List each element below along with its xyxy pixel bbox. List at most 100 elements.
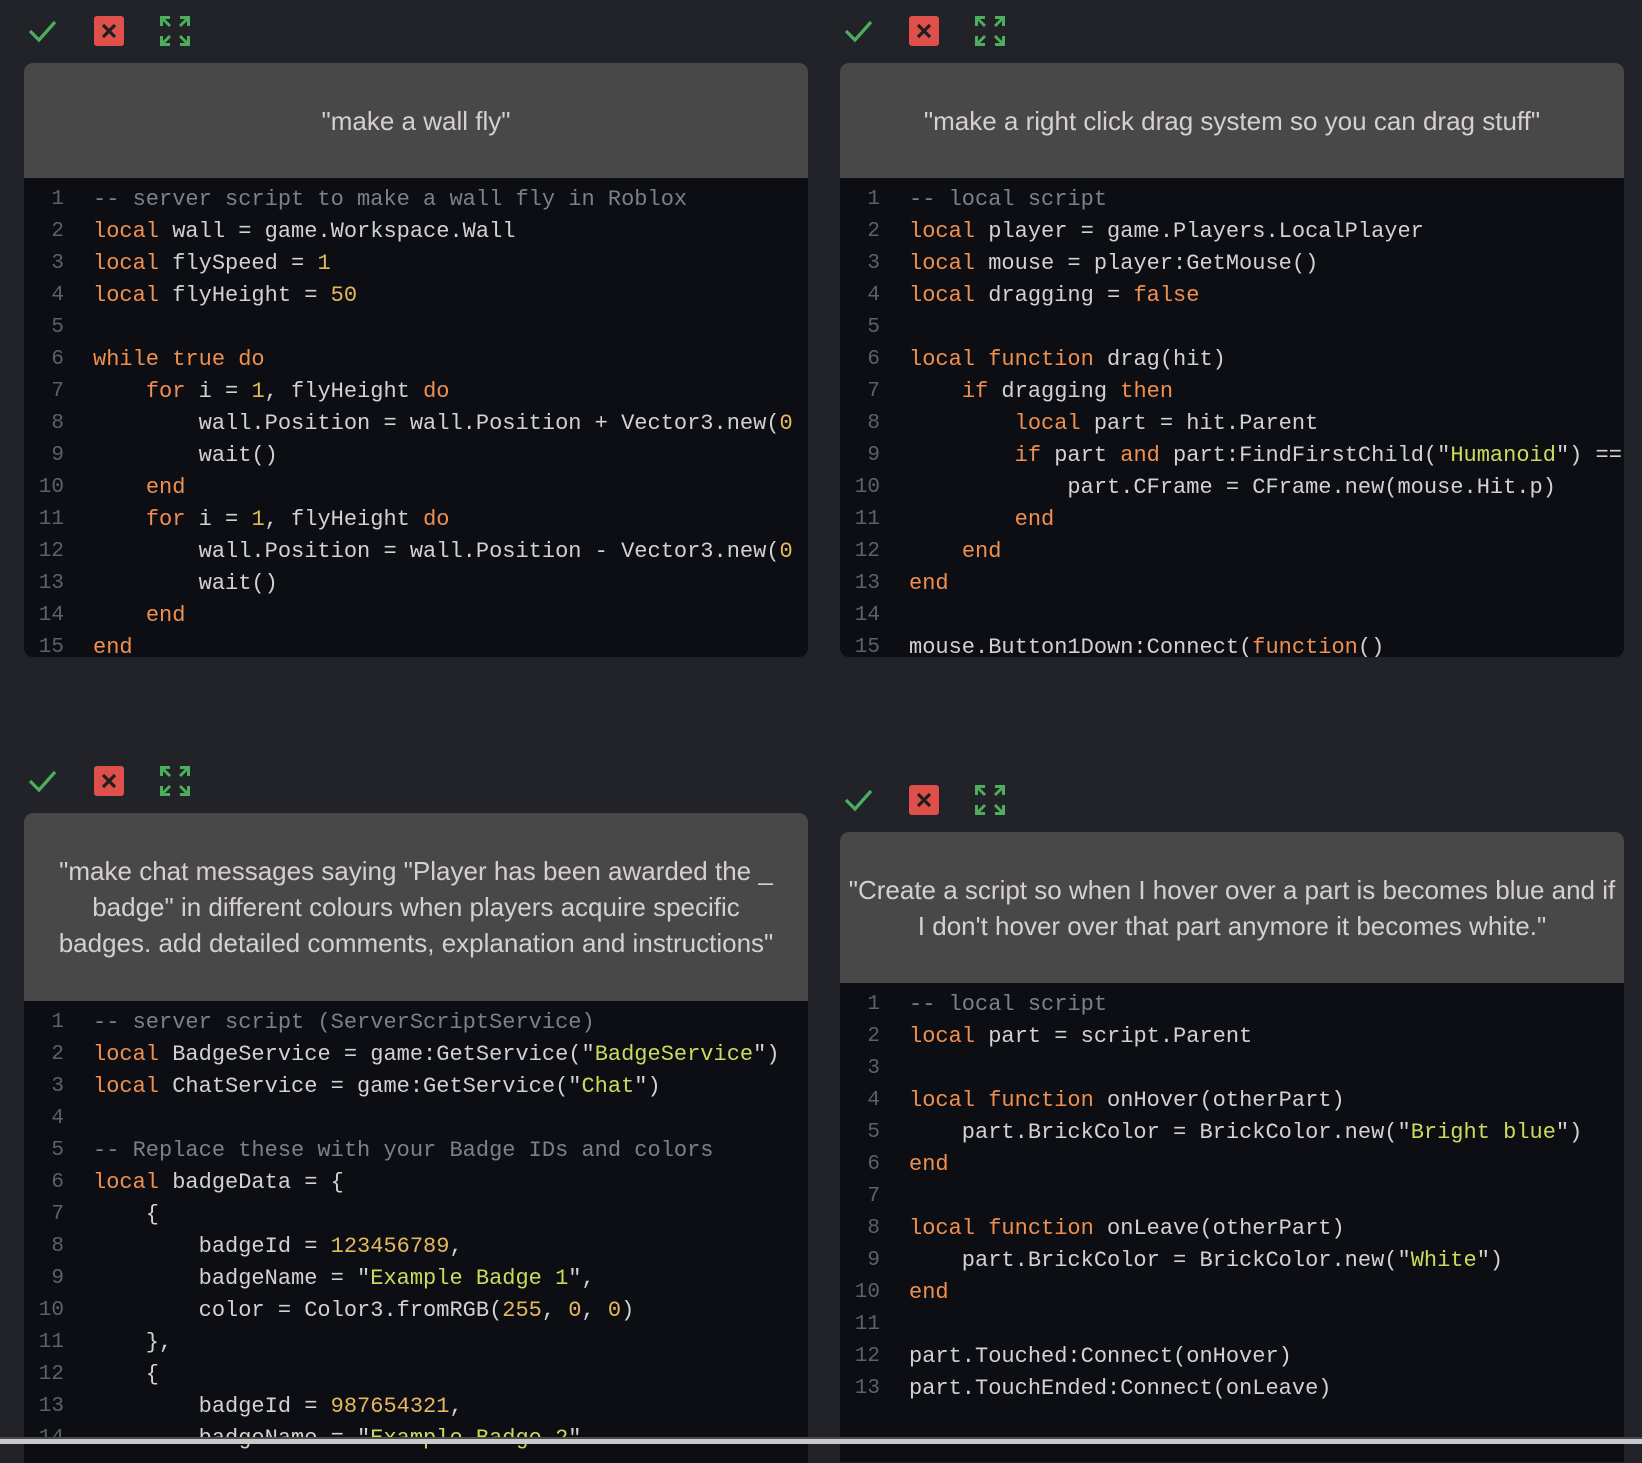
line-source: local wall = game.Workspace.Wall (64, 216, 515, 248)
code-line: 9 wait() (24, 440, 808, 472)
line-number: 8 (867, 412, 880, 435)
code-line: 8 badgeId = 123456789, (24, 1231, 808, 1263)
close-icon (94, 766, 124, 796)
keyword-token: local (93, 1170, 160, 1195)
line-number: 13 (854, 1377, 880, 1400)
code-line: 8 wall.Position = wall.Position + Vector… (24, 408, 808, 440)
line-source: -- Replace these with your Badge IDs and… (64, 1135, 714, 1167)
comment-token: -- Replace these with your Badge IDs and… (93, 1138, 714, 1163)
keyword-token: local (909, 251, 976, 276)
line-number: 8 (867, 1217, 880, 1240)
code-line: 13 badgeId = 987654321, (24, 1391, 808, 1423)
check-icon (28, 770, 57, 793)
accept-button[interactable] (842, 16, 874, 46)
code-line: 9 part.BrickColor = BrickColor.new("Whit… (840, 1245, 1624, 1277)
line-source: end (64, 600, 186, 632)
line-number: 7 (51, 1203, 64, 1226)
code-token: onLeave(otherPart) (1093, 1216, 1345, 1241)
code-token: wall.Position = wall.Position + Vector3.… (93, 411, 780, 436)
accept-button[interactable] (842, 785, 874, 815)
expand-button[interactable] (159, 766, 191, 796)
keyword-token: end (93, 635, 133, 657)
line-source: -- server script to make a wall fly in R… (64, 184, 687, 216)
number-token: 255 (502, 1298, 542, 1323)
line-number: 10 (38, 1299, 64, 1322)
code-line: 7 { (24, 1199, 808, 1231)
code-token: dragging = (975, 283, 1134, 308)
code-line: 10 end (840, 1277, 1624, 1309)
code-token: , (541, 1298, 569, 1323)
keyword-token: local (93, 1074, 160, 1099)
accept-button[interactable] (26, 766, 58, 796)
line-source: { (64, 1199, 159, 1231)
code-token: part:FindFirstChild(" (1159, 443, 1451, 468)
expand-button[interactable] (974, 16, 1006, 46)
line-source: wall.Position = wall.Position + Vector3.… (64, 408, 793, 440)
code-token: part.CFrame = CFrame.new(mouse.Hit.p) (909, 475, 1556, 500)
keyword-token: local function (909, 1088, 1094, 1113)
line-number: 3 (51, 1075, 64, 1098)
line-number: 12 (38, 540, 64, 563)
line-number: 9 (51, 1267, 64, 1290)
code-line: 11 for i = 1, flyHeight do (24, 504, 808, 536)
line-source: local flySpeed = 1 (64, 248, 331, 280)
line-number: 13 (38, 572, 64, 595)
code-token: , (449, 1234, 463, 1259)
line-source: part.BrickColor = BrickColor.new("White"… (880, 1245, 1503, 1277)
string-token: BadgeService (594, 1042, 754, 1067)
code-token: ") == (1555, 443, 1622, 468)
line-number: 5 (51, 1139, 64, 1162)
code-token: , (449, 1394, 463, 1419)
line-source: part.TouchEnded:Connect(onLeave) (880, 1373, 1331, 1405)
close-icon (909, 785, 939, 815)
code-token: ") (1476, 1248, 1504, 1273)
code-token: part = hit.Parent (1080, 411, 1319, 436)
keyword-token: do (423, 507, 450, 532)
code-line: 1 -- local script (840, 184, 1624, 216)
string-token: Bright blue (1410, 1120, 1556, 1145)
expand-icon (975, 16, 1005, 46)
keyword-token: for (145, 507, 186, 532)
code-line: 2 local part = script.Parent (840, 1021, 1624, 1053)
code-token: { (93, 1362, 160, 1387)
keyword-token: local (1014, 411, 1081, 436)
line-source (880, 1181, 909, 1213)
line-source: local dragging = false (880, 280, 1199, 312)
line-source: wall.Position = wall.Position - Vector3.… (64, 536, 793, 568)
line-source: badgeId = 987654321, (64, 1391, 463, 1423)
line-source: local mouse = player:GetMouse() (880, 248, 1318, 280)
code-line: 15 end (24, 632, 808, 657)
code-token: wall.Position = wall.Position - Vector3.… (93, 539, 780, 564)
line-source: -- server script (ServerScriptService) (64, 1007, 595, 1039)
number-token: 0 (607, 1298, 622, 1323)
prompt-text: "Create a script so when I hover over a … (840, 832, 1624, 983)
code-line: 5 (24, 312, 808, 344)
number-token: 50 (330, 283, 358, 308)
code-line: 2 local player = game.Players.LocalPlayer (840, 216, 1624, 248)
reject-button[interactable] (93, 766, 125, 796)
code-token: onHover(otherPart) (1093, 1088, 1345, 1113)
keyword-token: end (909, 1152, 949, 1177)
line-number: 1 (51, 188, 64, 211)
accept-button[interactable] (26, 16, 58, 46)
line-number: 6 (867, 1153, 880, 1176)
code-line: 3 local flySpeed = 1 (24, 248, 808, 280)
line-source: wait() (64, 440, 278, 472)
check-icon (28, 20, 57, 43)
code-token: , (581, 1298, 608, 1323)
reject-button[interactable] (93, 16, 125, 46)
reject-button[interactable] (908, 785, 940, 815)
close-icon (94, 16, 124, 46)
line-number: 10 (854, 1281, 880, 1304)
card-toolbar (26, 766, 226, 796)
line-source: if part and part:FindFirstChild("Humanoi… (880, 440, 1622, 472)
expand-button[interactable] (974, 785, 1006, 815)
reject-button[interactable] (908, 16, 940, 46)
response-panel: "make a right click drag system so you c… (840, 63, 1624, 657)
code-line: 4 local dragging = false (840, 280, 1624, 312)
code-line: 6 end (840, 1149, 1624, 1181)
expand-button[interactable] (159, 16, 191, 46)
code-line: 3 (840, 1053, 1624, 1085)
